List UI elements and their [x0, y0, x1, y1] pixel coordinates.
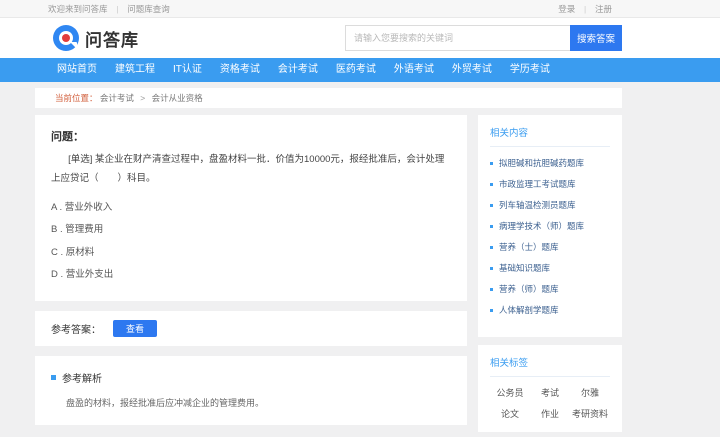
topbar-right-links: 登录 | 注册: [558, 3, 622, 15]
bullet-square-icon: [490, 203, 493, 207]
question-card: 问题： [单选] 某企业在财产清查过程中，盘盈材料一批．价值为10000元，报经…: [35, 115, 467, 302]
list-item: 基础知识题库: [490, 262, 610, 274]
bank-link-5[interactable]: 营养（士）题库: [499, 241, 559, 253]
list-item: 病理学技术（师）题库: [490, 220, 610, 232]
tag-homework[interactable]: 作业: [541, 407, 559, 420]
bullet-square-icon: [490, 308, 493, 312]
bullet-square-icon: [490, 161, 493, 165]
nav-item-foreign-trade[interactable]: 外贸考试: [443, 58, 501, 82]
topbar-divider-2: |: [583, 3, 587, 14]
question-options: A . 营业外收入 B . 管理费用 C . 原材料 D . 营业外支出: [51, 197, 451, 286]
site-logo[interactable]: 问答库: [35, 25, 139, 51]
analysis-card: 参考解析 盘盈的材料，报经批准后应冲减企业的管理费用。: [35, 356, 467, 426]
tag-thesis[interactable]: 论文: [501, 407, 519, 420]
topbar-divider: |: [116, 3, 119, 14]
login-link[interactable]: 登录: [558, 4, 575, 14]
breadcrumb-category-link[interactable]: 会计考试: [100, 93, 134, 103]
list-item: 市政监理工考试题库: [490, 178, 610, 190]
page: 欢迎来到问答库 | 问题库查询 登录 | 注册 问答库 搜索答案: [0, 0, 720, 437]
view-answer-button[interactable]: 查看: [113, 320, 157, 338]
analysis-heading: 参考解析: [62, 374, 102, 386]
register-link[interactable]: 注册: [595, 4, 612, 14]
list-item: 拟胆碱和抗胆碱药题库: [490, 157, 610, 169]
bank-link-1[interactable]: 拟胆碱和抗胆碱药题库: [499, 157, 584, 169]
sidebar: 相关内容 拟胆碱和抗胆碱药题库 市政监理工考试题库 列车轴温检测员题库 病理学技…: [478, 115, 622, 437]
breadcrumb-label: 当前位置：: [55, 93, 98, 103]
search-input[interactable]: [345, 25, 570, 51]
bullet-square-icon: [51, 375, 56, 381]
nav-item-medical[interactable]: 医药考试: [327, 58, 385, 82]
related-tags-title: 相关标签: [490, 355, 610, 377]
list-item: 营养（师）题库: [490, 283, 610, 295]
nav-item-academic[interactable]: 学历考试: [501, 58, 559, 82]
nav-item-accounting[interactable]: 会计考试: [269, 58, 327, 82]
bullet-square-icon: [490, 224, 493, 228]
breadcrumb: 当前位置： 会计考试 > 会计从业资格: [35, 88, 622, 108]
logo-speech-bubble-icon: [53, 25, 79, 51]
bank-link-4[interactable]: 病理学技术（师）题库: [499, 220, 584, 232]
related-content-title: 相关内容: [490, 125, 610, 147]
answer-label: 参考答案：: [51, 325, 101, 337]
nav-item-qualification[interactable]: 资格考试: [211, 58, 269, 82]
analysis-text: 盘盈的材料，报经批准后应冲减企业的管理费用。: [66, 398, 265, 409]
bank-link-8[interactable]: 人体解剖学题库: [499, 304, 559, 316]
bank-link-7[interactable]: 营养（师）题库: [499, 283, 559, 295]
bank-link-6[interactable]: 基础知识题库: [499, 262, 550, 274]
bullet-square-icon: [490, 245, 493, 249]
bank-link-2[interactable]: 市政监理工考试题库: [499, 178, 576, 190]
tag-exam[interactable]: 考试: [541, 386, 559, 399]
option-b[interactable]: B . 管理费用: [51, 219, 451, 241]
site-header: 问答库 搜索答案: [0, 18, 720, 58]
option-a[interactable]: A . 营业外收入: [51, 197, 451, 219]
bank-link-3[interactable]: 列车轴温检测员题库: [499, 199, 576, 211]
nav-item-home[interactable]: 网站首页: [48, 58, 106, 82]
nav-item-construction[interactable]: 建筑工程: [106, 58, 164, 82]
content-area: 问题： [单选] 某企业在财产清查过程中，盘盈材料一批．价值为10000元，报经…: [35, 115, 622, 437]
search-answers-button[interactable]: 搜索答案: [570, 25, 622, 51]
bullet-square-icon: [490, 266, 493, 270]
tag-erya[interactable]: 尔雅: [581, 386, 599, 399]
tag-postgrad-material[interactable]: 考研资料: [572, 407, 608, 420]
option-c[interactable]: C . 原材料: [51, 242, 451, 264]
search-box: 搜索答案: [345, 25, 622, 51]
answer-card: 参考答案： 查看: [35, 311, 467, 347]
main-nav: 网站首页 建筑工程 IT认证 资格考试 会计考试 医药考试 外语考试 外贸考试 …: [0, 58, 720, 82]
main-column: 问题： [单选] 某企业在财产清查过程中，盘盈材料一批．价值为10000元，报经…: [35, 115, 467, 437]
breadcrumb-separator: >: [140, 93, 146, 103]
bullet-square-icon: [490, 182, 493, 186]
bullet-square-icon: [490, 287, 493, 291]
related-content-card: 相关内容 拟胆碱和抗胆碱药题库 市政监理工考试题库 列车轴温检测员题库 病理学技…: [478, 115, 622, 337]
breadcrumb-subcategory-link[interactable]: 会计从业资格: [152, 93, 203, 103]
option-d[interactable]: D . 营业外支出: [51, 264, 451, 286]
tag-civil-servant[interactable]: 公务员: [496, 386, 523, 399]
question-heading: 问题：: [51, 131, 84, 143]
logo-text: 问答库: [85, 30, 139, 50]
list-item: 列车轴温检测员题库: [490, 199, 610, 211]
welcome-link[interactable]: 欢迎来到问答库: [48, 4, 108, 14]
top-utility-bar: 欢迎来到问答库 | 问题库查询 登录 | 注册: [0, 0, 720, 18]
nav-item-it-cert[interactable]: IT认证: [164, 58, 211, 82]
topbar-left-links: 欢迎来到问答库 | 问题库查询: [35, 3, 170, 15]
list-item: 人体解剖学题库: [490, 304, 610, 316]
question-bank-query-link[interactable]: 问题库查询: [127, 4, 170, 14]
related-tags-card: 相关标签 公务员 考试 尔雅 论文 作业 考研资料: [478, 345, 622, 432]
nav-item-foreign-language[interactable]: 外语考试: [385, 58, 443, 82]
list-item: 营养（士）题库: [490, 241, 610, 253]
question-text: [单选] 某企业在财产清查过程中，盘盈材料一批．价值为10000元，报经批准后，…: [51, 154, 445, 184]
tag-grid: 公务员 考试 尔雅 论文 作业 考研资料: [490, 386, 610, 420]
related-content-list: 拟胆碱和抗胆碱药题库 市政监理工考试题库 列车轴温检测员题库 病理学技术（师）题…: [490, 157, 610, 316]
